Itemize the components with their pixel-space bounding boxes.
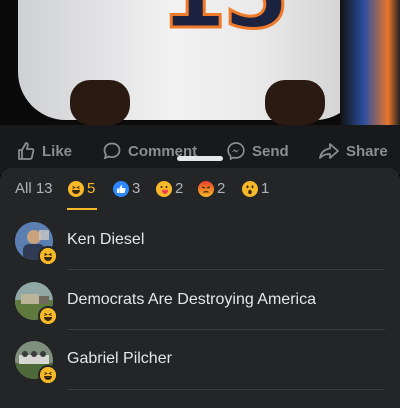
tab-haha-count: 5 (87, 180, 96, 197)
haha-emoji-icon (40, 248, 56, 264)
list-item[interactable]: Ken Diesel (0, 210, 400, 270)
haha-emoji-icon (40, 308, 56, 324)
thumbs-up-icon (18, 142, 35, 160)
tab-all-label: All 13 (15, 180, 53, 197)
messenger-icon (227, 142, 245, 161)
person-name[interactable]: Gabriel Pilcher (67, 350, 172, 368)
tab-like[interactable]: 3 (113, 180, 140, 197)
hand-left (70, 80, 130, 125)
tab-care[interactable]: 2 (156, 180, 183, 197)
haha-reaction-badge (38, 246, 58, 266)
person-name[interactable]: Ken Diesel (67, 231, 144, 249)
share-label: Share (346, 142, 388, 160)
hand-right (265, 80, 325, 125)
like-icon (113, 180, 129, 197)
like-label: Like (42, 142, 73, 160)
comment-icon (103, 142, 121, 160)
jersey-number: 15 (159, 0, 292, 52)
post-photo[interactable]: 15 (0, 0, 400, 125)
list-item[interactable]: Gabriel Pilcher (0, 330, 400, 390)
haha-reaction-badge (38, 365, 58, 385)
share-action-button[interactable]: Share (318, 141, 388, 161)
sheet-drag-handle[interactable] (177, 156, 223, 161)
row-divider (67, 389, 385, 390)
haha-emoji-icon (40, 367, 56, 383)
send-label: Send (252, 142, 289, 160)
tab-care-count: 2 (175, 180, 184, 197)
share-icon (319, 143, 339, 159)
tab-angry[interactable]: 2 (198, 180, 225, 197)
tab-angry-count: 2 (217, 180, 226, 197)
person-name[interactable]: Democrats Are Destroying America (67, 291, 316, 309)
care-emoji-icon (156, 180, 172, 197)
send-action-button[interactable]: Send (226, 141, 289, 161)
tab-wow[interactable]: 1 (242, 180, 269, 197)
tab-haha[interactable]: 5 (68, 180, 95, 197)
reaction-tabs: All 13 5 3 2 2 1 (0, 170, 400, 212)
haha-reaction-badge (38, 306, 58, 326)
photo-background-right (340, 0, 400, 125)
angry-emoji-icon (198, 180, 214, 197)
list-item[interactable]: Democrats Are Destroying America (0, 270, 400, 330)
wow-emoji-icon (242, 180, 258, 197)
tab-wow-count: 1 (261, 180, 270, 197)
tab-like-count: 3 (132, 180, 141, 197)
tab-all[interactable]: All 13 (15, 180, 53, 197)
like-action-button[interactable]: Like (16, 141, 72, 161)
haha-emoji-icon (68, 180, 84, 197)
